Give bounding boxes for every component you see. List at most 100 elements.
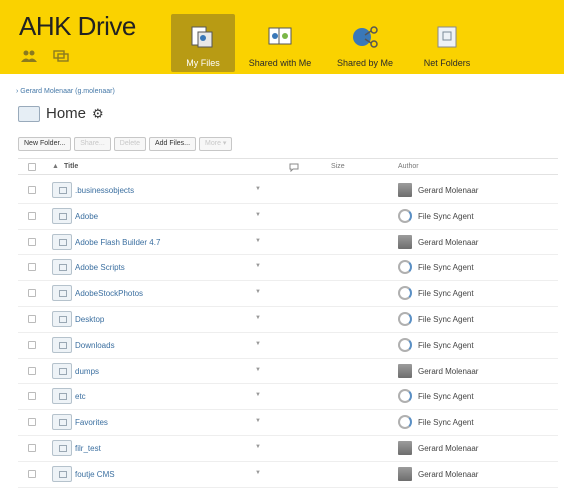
page-title: Home	[46, 105, 87, 122]
user-avatar	[398, 234, 412, 249]
author-name: File Sync Agent	[418, 314, 474, 324]
comment-icon	[289, 163, 299, 174]
file-name-link[interactable]: Adobe Scripts	[75, 263, 125, 272]
delete-button[interactable]: Delete	[113, 137, 146, 151]
row-menu-caret-icon[interactable]: ▼	[255, 315, 261, 321]
file-name-link[interactable]: dumps	[75, 367, 99, 376]
row-menu-caret-icon[interactable]: ▼	[255, 392, 261, 398]
row-checkbox[interactable]	[28, 366, 36, 375]
file-name-link[interactable]: AdobeStockPhotos	[75, 289, 143, 298]
table-row[interactable]: Desktop ▼ File Sync Agent	[18, 307, 558, 333]
row-menu-caret-icon[interactable]: ▼	[255, 238, 261, 244]
page-heading: Home ⚙	[18, 105, 104, 122]
folder-icon	[52, 233, 72, 250]
nav-my-files[interactable]: My Files	[171, 14, 235, 72]
folder-icon	[52, 362, 72, 379]
sort-asc-icon[interactable]: ▲	[52, 163, 59, 170]
table-row[interactable]: .businessobjects ▼ Gerard Molenaar	[18, 178, 558, 204]
row-checkbox[interactable]	[28, 469, 36, 478]
file-name-link[interactable]: .businessobjects	[75, 186, 134, 195]
author-name: Gerard Molenaar	[418, 186, 479, 195]
row-checkbox[interactable]	[28, 289, 36, 298]
row-checkbox[interactable]	[28, 418, 36, 427]
row-checkbox[interactable]	[28, 340, 36, 349]
user-avatar	[398, 363, 412, 378]
table-row[interactable]: etc ▼ File Sync Agent	[18, 384, 558, 411]
nav-shared-with-me[interactable]: Shared with Me	[245, 14, 315, 72]
file-name-link[interactable]: Favorites	[75, 418, 108, 427]
new-folder-button[interactable]: New Folder...	[18, 137, 72, 151]
folder-icon	[52, 285, 72, 302]
top-header: AHK Drive My Files Shared with Me Shared…	[0, 0, 564, 74]
table-row[interactable]: dumps ▼ Gerard Molenaar	[18, 359, 558, 385]
author-name: File Sync Agent	[418, 289, 474, 299]
row-checkbox[interactable]	[28, 263, 36, 272]
nav-label: Shared with Me	[248, 58, 312, 68]
table-row[interactable]: Adobe Flash Builder 4.7 ▼ Gerard Molenaar	[18, 230, 558, 256]
add-files-button[interactable]: Add Files...	[149, 137, 197, 151]
author-name: File Sync Agent	[418, 263, 474, 273]
row-menu-caret-icon[interactable]: ▼	[255, 289, 261, 295]
row-checkbox[interactable]	[28, 211, 36, 220]
nav-shared-by-me[interactable]: Shared by Me	[330, 14, 400, 72]
row-checkbox[interactable]	[28, 186, 36, 194]
row-menu-caret-icon[interactable]: ▼	[255, 444, 261, 450]
select-all-checkbox[interactable]	[28, 163, 36, 171]
row-checkbox[interactable]	[28, 237, 36, 246]
nav-net-folders[interactable]: Net Folders	[415, 14, 479, 72]
file-name-link[interactable]: filr_test	[75, 444, 101, 453]
file-name-link[interactable]: Downloads	[75, 341, 115, 350]
folder-icon	[52, 414, 72, 431]
row-menu-caret-icon[interactable]: ▼	[255, 341, 261, 347]
author-name: Gerard Molenaar	[418, 237, 479, 247]
breadcrumb[interactable]: › Gerard Molenaar (g.molenaar)	[16, 88, 115, 95]
file-name-link[interactable]: Adobe Flash Builder 4.7	[75, 238, 160, 247]
folder-icon	[52, 336, 72, 353]
table-header: ▲ Title Size Author	[18, 158, 558, 175]
gear-icon[interactable]: ⚙	[92, 106, 104, 122]
folder-icon	[52, 388, 72, 405]
file-name-link[interactable]: foutje CMS	[75, 470, 115, 479]
breadcrumb-label: Gerard Molenaar (g.molenaar)	[20, 88, 115, 95]
row-checkbox[interactable]	[28, 392, 36, 401]
sync-agent-icon	[398, 389, 412, 404]
sync-agent-icon	[398, 208, 412, 223]
row-menu-caret-icon[interactable]: ▼	[255, 263, 261, 269]
more-button[interactable]: More ▾	[199, 137, 233, 151]
users-icon[interactable]	[20, 49, 38, 63]
folder-icon	[52, 439, 72, 456]
chat-icon[interactable]	[52, 49, 70, 63]
row-menu-caret-icon[interactable]: ▼	[255, 212, 261, 218]
title-header[interactable]: Title	[64, 163, 78, 170]
sync-agent-icon	[398, 415, 412, 430]
home-folder-icon	[18, 105, 40, 122]
file-name-link[interactable]: etc	[75, 392, 86, 401]
size-header[interactable]: Size	[331, 163, 345, 170]
file-name-link[interactable]: Desktop	[75, 315, 104, 324]
folder-icon	[52, 182, 72, 198]
author-name: File Sync Agent	[418, 418, 474, 428]
file-name-link[interactable]: Adobe	[75, 212, 98, 221]
share-button[interactable]: Share...	[74, 137, 111, 151]
row-menu-caret-icon[interactable]: ▼	[255, 186, 261, 192]
author-name: File Sync Agent	[418, 392, 474, 402]
row-menu-caret-icon[interactable]: ▼	[255, 367, 261, 373]
row-menu-caret-icon[interactable]: ▼	[255, 470, 261, 476]
table-row[interactable]: foutje CMS ▼ Gerard Molenaar	[18, 462, 558, 488]
author-header[interactable]: Author	[398, 163, 419, 170]
my-files-icon	[186, 20, 220, 54]
table-row[interactable]: Adobe ▼ File Sync Agent	[18, 204, 558, 230]
table-row[interactable]: Favorites ▼ File Sync Agent	[18, 410, 558, 436]
row-checkbox[interactable]	[28, 314, 36, 323]
folder-icon	[52, 207, 72, 224]
folder-icon	[52, 259, 72, 276]
user-avatar	[398, 466, 412, 481]
sync-agent-icon	[398, 286, 412, 301]
table-row[interactable]: Adobe Scripts ▼ File Sync Agent	[18, 255, 558, 282]
table-row[interactable]: Downloads ▼ File Sync Agent	[18, 333, 558, 359]
nav-label: My Files	[186, 58, 220, 68]
row-menu-caret-icon[interactable]: ▼	[255, 418, 261, 424]
table-row[interactable]: AdobeStockPhotos ▼ File Sync Agent	[18, 281, 558, 307]
row-checkbox[interactable]	[28, 443, 36, 452]
table-row[interactable]: filr_test ▼ Gerard Molenaar	[18, 436, 558, 462]
